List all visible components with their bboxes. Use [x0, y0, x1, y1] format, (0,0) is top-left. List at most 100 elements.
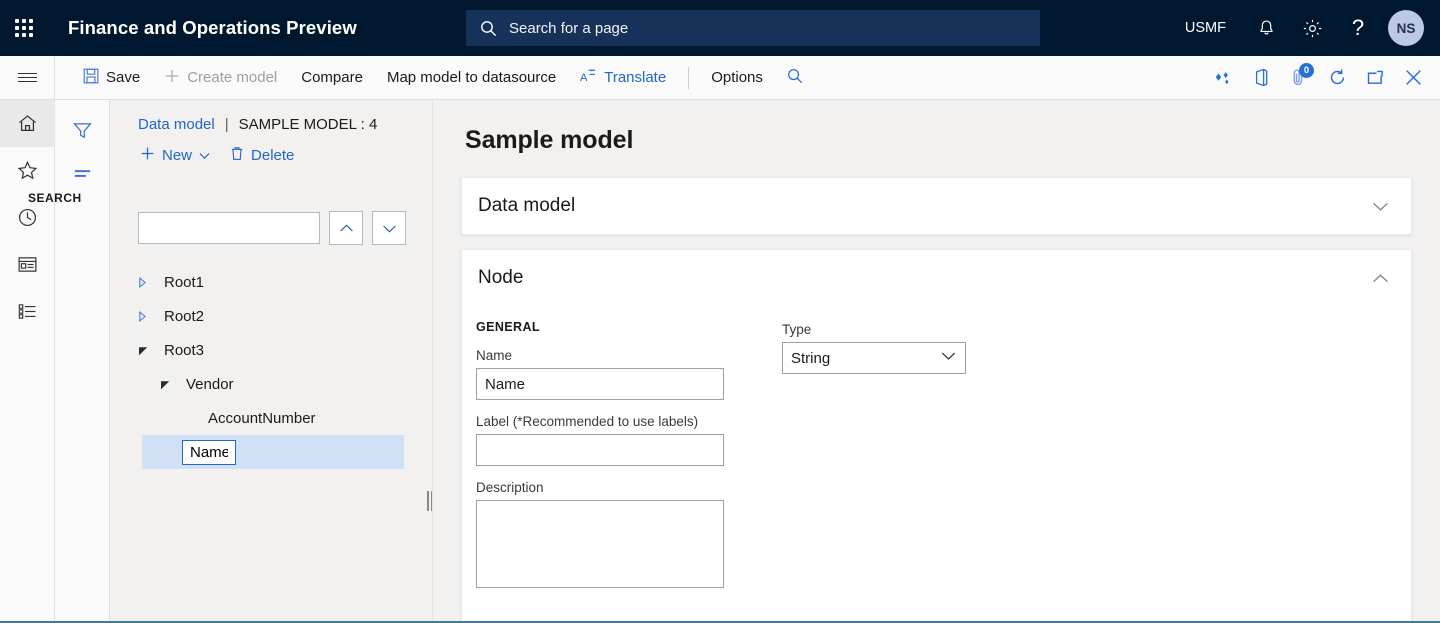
- filter-tool[interactable]: [59, 108, 105, 152]
- search-input[interactable]: [138, 212, 320, 244]
- card-title: Data model: [478, 195, 576, 216]
- translate-icon: A: [580, 68, 597, 88]
- share-diamond-icon[interactable]: [1206, 61, 1240, 95]
- pane-command-group: New Delete: [110, 133, 432, 169]
- sidebar-item-modules[interactable]: [0, 288, 55, 335]
- command-separator: [688, 66, 690, 89]
- plus-icon: [140, 146, 155, 165]
- breadcrumb-link-data-model[interactable]: Data model: [138, 116, 215, 133]
- global-search-placeholder: Search for a page: [509, 19, 629, 37]
- main-body: Data model | SAMPLE MODEL : 4 New Delete…: [0, 100, 1440, 621]
- tree-node-label: Root1: [164, 273, 205, 291]
- search-next-button[interactable]: [372, 211, 406, 245]
- help-question-icon[interactable]: ?: [1338, 8, 1378, 48]
- chevron-right-icon[interactable]: [138, 276, 164, 288]
- settings-gear-icon[interactable]: [1292, 8, 1332, 48]
- description-field-group: Description: [476, 480, 724, 593]
- tree-node-root2[interactable]: Root2: [110, 299, 432, 333]
- search-section-label: SEARCH: [28, 191, 82, 205]
- map-model-to-datasource-label: Map model to datasource: [386, 69, 557, 86]
- type-column: Type String: [782, 320, 966, 607]
- name-field-group: Name: [476, 348, 724, 400]
- plus-icon: [164, 68, 180, 88]
- company-selector[interactable]: USMF: [1171, 20, 1240, 36]
- pane-resize-handle[interactable]: [426, 490, 433, 512]
- sidebar-item-workspaces[interactable]: [0, 241, 55, 288]
- card-node-header[interactable]: Node: [462, 250, 1411, 306]
- close-icon[interactable]: [1396, 61, 1430, 95]
- search-icon: [480, 20, 497, 37]
- section-header-general: GENERAL: [476, 320, 540, 334]
- page-title: Sample model: [465, 126, 634, 154]
- tree-node-label: Root2: [164, 307, 205, 325]
- compare-button[interactable]: Compare: [289, 59, 375, 97]
- tree-node-name[interactable]: [142, 435, 404, 469]
- compare-label: Compare: [301, 69, 363, 86]
- name-field-label: Name: [476, 348, 513, 363]
- tree-node-label: Root3: [164, 341, 205, 359]
- model-tree-pane: Data model | SAMPLE MODEL : 4 New Delete…: [28, 100, 433, 621]
- search-row: [110, 211, 432, 245]
- translate-button[interactable]: A Translate: [568, 59, 678, 97]
- app-title: Finance and Operations Preview: [68, 17, 357, 38]
- delete-button[interactable]: Delete: [220, 142, 304, 169]
- type-select[interactable]: String: [782, 342, 966, 374]
- tree-node-rename-input[interactable]: [182, 439, 236, 465]
- chevron-expanded-icon[interactable]: [138, 345, 164, 356]
- model-tree: Root1 Root2 Root3 Vendor AccountNumber N…: [110, 265, 432, 469]
- breadcrumb-separator: |: [224, 116, 229, 133]
- label-field-label: Label (*Recommended to use labels): [476, 414, 699, 429]
- tree-node-vendor[interactable]: Vendor: [110, 367, 432, 401]
- show-hide-navigation-pane-icon[interactable]: [0, 56, 55, 99]
- map-model-to-datasource-button[interactable]: Map model to datasource: [375, 59, 568, 97]
- create-model-label: Create model: [187, 69, 278, 86]
- tree-node-accountnumber[interactable]: AccountNumber: [110, 401, 432, 435]
- new-button[interactable]: New: [130, 142, 220, 169]
- create-model-button[interactable]: Create model: [152, 59, 289, 97]
- name-input[interactable]: [476, 368, 724, 400]
- sidebar-item-home[interactable]: [0, 100, 55, 147]
- translate-label: Translate: [604, 69, 667, 86]
- chevron-right-icon[interactable]: [138, 310, 164, 322]
- search-icon: [787, 68, 803, 88]
- description-textarea[interactable]: [476, 500, 724, 588]
- top-header-bar: Finance and Operations Preview Search fo…: [0, 0, 1440, 56]
- type-field-group: Type String: [782, 322, 966, 374]
- card-node: Node GENERAL Name Label (*Recommended t: [461, 249, 1412, 621]
- trash-icon: [230, 146, 244, 165]
- app-launcher-icon[interactable]: [0, 0, 48, 56]
- office-app-icon[interactable]: [1244, 61, 1278, 95]
- save-button[interactable]: Save: [71, 59, 152, 97]
- tree-node-label: AccountNumber: [208, 409, 316, 427]
- content-area: Sample model Data model Node GENERAL Nam…: [433, 100, 1440, 621]
- chevron-expanded-icon[interactable]: [160, 379, 186, 390]
- breadcrumb-current: SAMPLE MODEL : 4: [238, 116, 378, 133]
- refresh-icon[interactable]: [1320, 61, 1354, 95]
- popout-window-icon[interactable]: [1358, 61, 1392, 95]
- command-bar-right-icons: 0: [1206, 61, 1440, 95]
- tree-node-root3[interactable]: Root3: [110, 333, 432, 367]
- header-right-group: USMF ? NS: [1165, 0, 1440, 56]
- save-label: Save: [106, 69, 141, 86]
- notifications-bell-icon[interactable]: [1246, 8, 1286, 48]
- attachments-icon[interactable]: 0: [1282, 61, 1316, 95]
- card-data-model: Data model: [461, 177, 1412, 235]
- label-input[interactable]: [476, 434, 724, 466]
- chevron-down-icon[interactable]: [1372, 201, 1389, 212]
- card-node-body: GENERAL Name Label (*Recommended to use …: [462, 306, 1411, 621]
- delete-label: Delete: [251, 147, 295, 164]
- avatar[interactable]: NS: [1388, 10, 1424, 46]
- application-window: Finance and Operations Preview Search fo…: [0, 0, 1440, 623]
- search-previous-button[interactable]: [329, 211, 363, 245]
- global-search-box[interactable]: Search for a page: [466, 10, 1040, 46]
- card-data-model-header[interactable]: Data model: [462, 178, 1411, 234]
- tree-node-root1[interactable]: Root1: [110, 265, 432, 299]
- status-badge: 0: [1299, 62, 1314, 78]
- options-button[interactable]: Options: [699, 59, 775, 97]
- chevron-up-icon[interactable]: [1372, 273, 1389, 284]
- options-label: Options: [711, 69, 763, 86]
- card-title: Node: [478, 267, 524, 288]
- command-search-button[interactable]: [775, 59, 815, 97]
- save-disk-icon: [83, 68, 99, 88]
- command-bar: Save Create model Compare Map model to d…: [0, 56, 1440, 100]
